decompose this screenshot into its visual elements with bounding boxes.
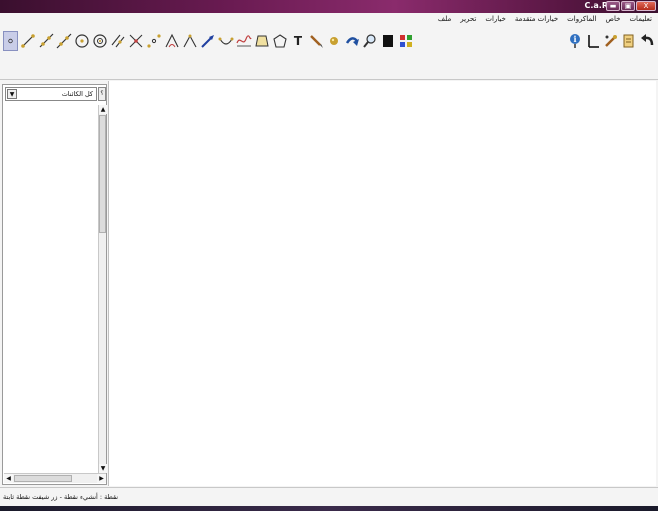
macro-icon[interactable] [621,31,637,51]
arc-icon[interactable] [218,31,234,51]
status-bar: نقطة : أنشيء نقطة - زر شيفت نقطة ثابتة [0,487,658,506]
drawing-canvas[interactable] [108,81,656,486]
axis-icon[interactable] [585,31,601,51]
object-filter-select[interactable]: ▼ كل الكائنات [5,87,97,101]
back-icon[interactable] [639,31,655,51]
svg-text:i: i [573,34,576,44]
pen-icon[interactable] [308,31,324,51]
window-title: C.a.R [584,1,608,10]
polygon-icon[interactable] [254,31,270,51]
function-icon[interactable] [236,31,252,51]
menu-file[interactable]: ملف [438,15,451,23]
close-button[interactable]: X [636,1,656,11]
conic-icon[interactable] [272,31,288,51]
undo-arrow-icon[interactable] [344,31,360,51]
object-list[interactable] [4,105,98,473]
construction-tools: T [3,31,414,51]
taskbar-edge [0,506,658,511]
toolbar: T i [0,27,658,79]
vertical-scroll-thumb[interactable] [99,115,106,233]
angle-icon[interactable] [164,31,180,51]
menu-special[interactable]: خاص [606,15,621,23]
chevron-down-icon[interactable]: ▼ [7,89,17,99]
window-controls: ▬ ▣ X [606,1,656,11]
menu-edit[interactable]: تحرير [460,15,476,23]
intersection-icon[interactable] [128,31,144,51]
title-bar[interactable]: C.a.R ▬ ▣ X [0,0,658,13]
toolbar-separator [0,79,658,80]
menu-options[interactable]: خيارات [485,15,506,23]
maximize-button[interactable]: ▣ [621,1,635,11]
parallel-icon[interactable] [110,31,126,51]
utility-tools: i [567,31,655,51]
objects-panel: ▼ كل الكائنات ؟ ▲ ▼ ◀ ▶ [2,84,107,485]
scroll-left-icon[interactable]: ◀ [4,474,13,483]
status-text: نقطة : أنشيء نقطة - زر شيفت نقطة ثابتة [3,493,119,501]
circle-icon[interactable] [74,31,90,51]
menu-advanced-options[interactable]: خيارات متقدمة [515,15,558,23]
scroll-right-icon[interactable]: ▶ [97,474,106,483]
text-icon[interactable]: T [290,31,306,51]
filter-help-button[interactable]: ؟ [98,87,106,101]
hide-icon[interactable] [603,31,619,51]
black-color-icon[interactable] [380,31,396,51]
ball-icon[interactable] [326,31,342,51]
ray-icon[interactable] [38,31,54,51]
scroll-up-icon[interactable]: ▲ [99,105,107,114]
menu-help[interactable]: تعليمات [629,15,652,23]
circle-three-points-icon[interactable] [92,31,108,51]
fixed-angle-icon[interactable] [182,31,198,51]
vector-icon[interactable] [200,31,216,51]
scroll-down-icon[interactable]: ▼ [99,464,107,473]
horizontal-scrollbar[interactable]: ◀ ▶ [4,473,106,483]
object-filter-value: كل الكائنات [61,90,93,98]
menu-macros[interactable]: الماكروات [567,15,596,23]
app-window: C.a.R ▬ ▣ X ملف تحرير خيارات خيارات متقد… [0,0,658,511]
zoom-icon[interactable] [362,31,378,51]
line-icon[interactable] [56,31,72,51]
horizontal-scroll-thumb[interactable] [14,475,72,482]
segment-icon[interactable] [20,31,36,51]
minimize-button[interactable]: ▬ [606,1,620,11]
color-palette-icon[interactable] [398,31,414,51]
menu-bar: ملف تحرير خيارات خيارات متقدمة الماكروات… [0,13,658,27]
vertical-scrollbar[interactable]: ▲ ▼ [98,105,107,473]
point-icon[interactable] [3,31,18,51]
midpoint-icon[interactable] [146,31,162,51]
info-icon[interactable]: i [567,31,583,51]
